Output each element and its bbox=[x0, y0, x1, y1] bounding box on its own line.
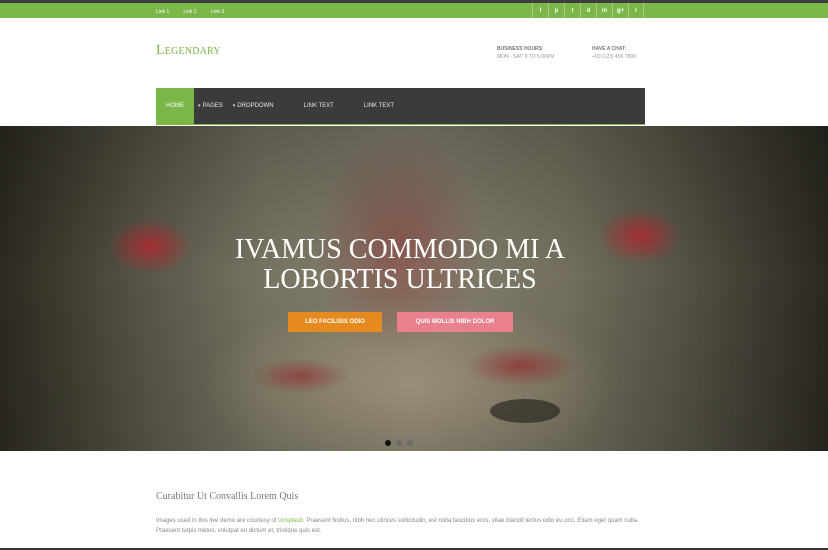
top-bar: Link 1 Link 2 Link 3 f p t d in g+ r bbox=[0, 3, 828, 18]
content-section: Curabitur Ut Convallis Lorem Quis Images… bbox=[156, 491, 645, 536]
hero-floor-detail bbox=[490, 399, 560, 423]
hero-title-line-2: LOBORTIS ULTRICES bbox=[263, 264, 537, 295]
twitter-icon[interactable]: t bbox=[564, 3, 580, 18]
hero-slider: IVAMUS COMMODO MI A LOBORTIS ULTRICES LE… bbox=[0, 126, 828, 451]
nav-item-label: DROPDOWN bbox=[237, 103, 274, 109]
hero-primary-button[interactable]: LEO FACILISIS ODIO bbox=[288, 312, 382, 332]
paragraph-text-start: Images used in this live demo are courte… bbox=[156, 518, 279, 524]
business-hours-heading: BUSINESS HOURS: bbox=[497, 46, 544, 52]
nav-item-home[interactable]: HOME bbox=[156, 88, 194, 124]
facebook-icon[interactable]: f bbox=[532, 3, 548, 18]
nav-item-label: PAGES bbox=[202, 103, 223, 109]
slider-dot-3[interactable] bbox=[407, 440, 413, 446]
hero-title: IVAMUS COMMODO MI A LOBORTIS ULTRICES bbox=[150, 235, 650, 295]
chat-info: HAVE A CHAT: +00 (123) 456 7890 bbox=[592, 45, 636, 61]
business-hours: BUSINESS HOURS: MON - SAT: 9 TO 5:00PM bbox=[497, 45, 554, 61]
unsplash-link[interactable]: Unsplash bbox=[278, 518, 303, 524]
caret-down-icon: ▾ bbox=[198, 103, 201, 109]
pinterest-icon[interactable]: p bbox=[548, 3, 564, 18]
top-link-1[interactable]: Link 1 bbox=[156, 6, 169, 18]
nav-item-dropdown[interactable]: ▾ DROPDOWN bbox=[233, 88, 294, 124]
linkedin-icon[interactable]: in bbox=[596, 3, 612, 18]
top-link-2[interactable]: Link 2 bbox=[183, 6, 196, 18]
chat-heading: HAVE A CHAT: bbox=[592, 46, 627, 52]
main-nav: HOME ▾ PAGES ▾ DROPDOWN LINK TEXT LINK T… bbox=[156, 88, 645, 125]
slider-dot-2[interactable] bbox=[396, 440, 402, 446]
dribbble-icon[interactable]: d bbox=[580, 3, 596, 18]
caret-down-icon: ▾ bbox=[232, 103, 236, 109]
slider-dot-1[interactable] bbox=[385, 440, 391, 446]
nav-item-label: LINK TEXT bbox=[303, 103, 334, 109]
nav-item-label: LINK TEXT bbox=[363, 103, 395, 109]
hero-secondary-button[interactable]: QUIS MOLLIS NIBH DOLOR bbox=[397, 312, 513, 332]
business-hours-value: MON - SAT: 9 TO 5:00PM bbox=[497, 54, 555, 60]
google-plus-icon[interactable]: g+ bbox=[612, 3, 628, 18]
rss-icon[interactable]: r bbox=[628, 3, 644, 18]
hero-title-line-1: IVAMUS COMMODO MI A bbox=[234, 234, 566, 265]
site-logo[interactable]: Legendary bbox=[156, 43, 221, 59]
section-paragraph: Images used in this live demo are courte… bbox=[156, 516, 645, 536]
top-links: Link 1 Link 2 Link 3 bbox=[156, 6, 238, 18]
nav-item-link-text-2[interactable]: LINK TEXT bbox=[354, 88, 404, 124]
nav-item-link-text-1[interactable]: LINK TEXT bbox=[294, 88, 354, 124]
slider-dots bbox=[385, 440, 413, 446]
social-icons: f p t d in g+ r bbox=[532, 3, 644, 18]
section-heading: Curabitur Ut Convallis Lorem Quis bbox=[156, 491, 299, 502]
chat-phone: +00 (123) 456 7890 bbox=[592, 54, 636, 60]
nav-item-label: HOME bbox=[166, 103, 184, 109]
top-link-3[interactable]: Link 3 bbox=[211, 6, 224, 18]
nav-item-pages[interactable]: ▾ PAGES bbox=[194, 88, 233, 124]
